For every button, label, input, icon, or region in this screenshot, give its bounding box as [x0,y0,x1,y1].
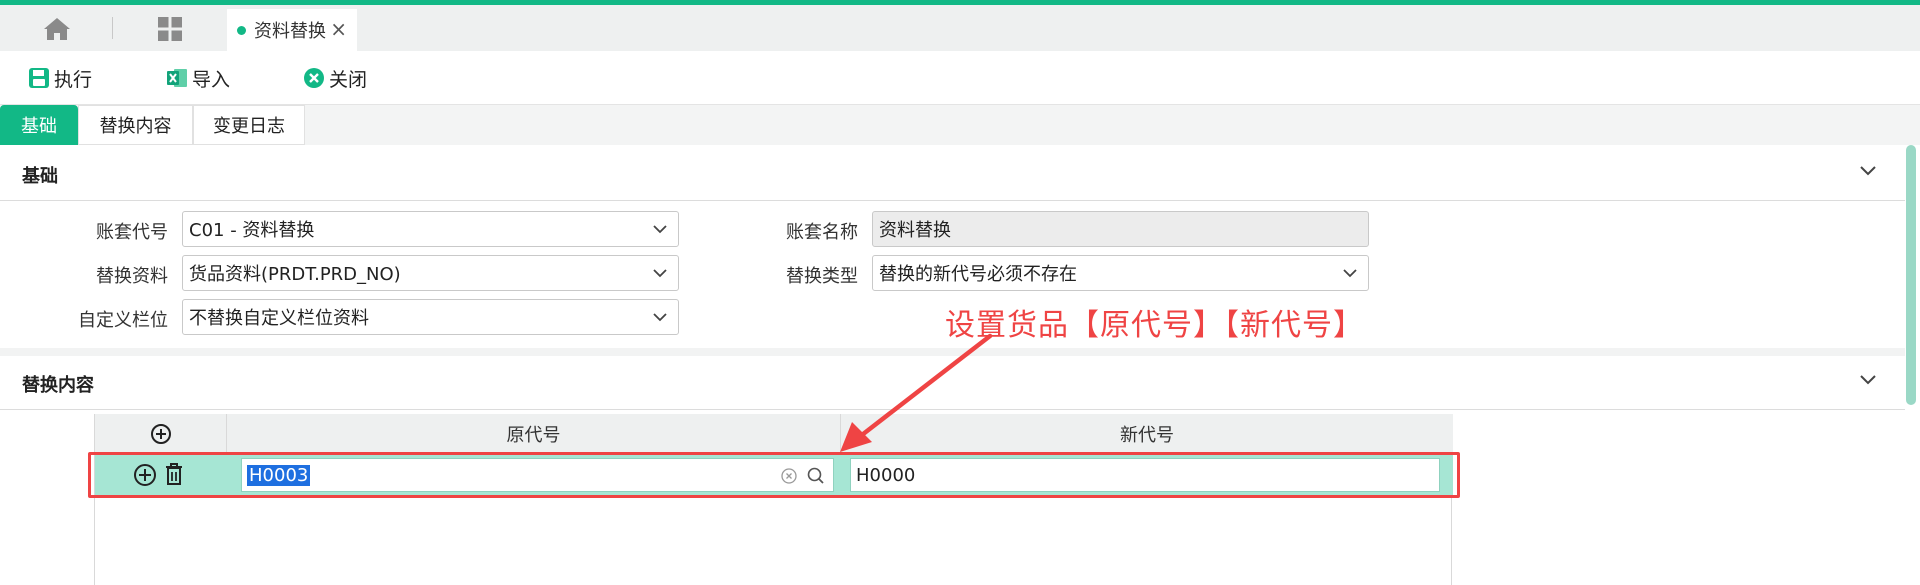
column-header-old-code: 原代号 [227,414,841,454]
close-circle-icon [304,68,324,88]
add-circle-icon[interactable] [150,423,172,445]
tab-change-log[interactable]: 变更日志 [193,105,305,145]
chevron-down-icon [653,269,667,278]
tab-label: 资料替换 [254,21,326,42]
execute-button[interactable]: 执行 [28,63,92,93]
close-button[interactable]: 关闭 [303,63,367,93]
custom-field-label: 自定义栏位 [78,310,168,331]
tab-replace-content[interactable]: 替换内容 [78,105,193,145]
highlight-box [88,452,1460,498]
toolbar: 执行 导入 关闭 [0,51,1920,105]
account-name-field: 资料替换 [872,211,1369,247]
chevron-down-icon [653,313,667,322]
home-icon[interactable] [42,16,72,42]
account-name-label: 账套名称 [786,222,858,243]
replace-type-select[interactable]: 替换的新代号必须不存在 [872,255,1369,291]
chevron-down-icon [653,225,667,234]
active-dot-icon [237,25,246,35]
account-code-label: 账套代号 [96,222,168,243]
close-tab-icon[interactable]: × [330,17,347,41]
basic-section-header[interactable]: 基础 [0,147,1905,201]
replace-type-label: 替换类型 [786,266,858,287]
tab-separator [112,17,113,39]
tab-data-replace[interactable]: 资料替换 × [227,9,357,51]
chevron-down-icon[interactable] [1859,165,1877,177]
section-title: 基础 [22,166,58,187]
grid-icon[interactable] [157,16,183,42]
vertical-scrollbar[interactable] [1906,145,1916,405]
account-code-select[interactable]: C01 - 资料替换 [182,211,679,247]
import-button[interactable]: 导入 [166,63,230,93]
replace-data-label: 替换资料 [96,266,168,287]
chevron-down-icon[interactable] [1859,374,1877,386]
excel-icon [167,69,187,87]
annotation-arrow-icon [840,333,993,452]
save-icon [29,68,49,88]
annotation-callout: 设置货品【原代号】【新代号】 [945,308,1364,343]
replace-data-select[interactable]: 货品资料(PRDT.PRD_NO) [182,255,679,291]
tab-basic[interactable]: 基础 [0,105,78,145]
window-tab-bar: 资料替换 × [0,5,1920,51]
chevron-down-icon [1343,269,1357,278]
section-tabs: 基础 替换内容 变更日志 [0,105,1920,145]
section-title: 替换内容 [22,375,94,396]
custom-field-select[interactable]: 不替换自定义栏位资料 [182,299,679,335]
replace-content-grid: 原代号 新代号 H0003 H0000 [94,414,1453,585]
add-row-header-cell[interactable] [95,414,227,454]
